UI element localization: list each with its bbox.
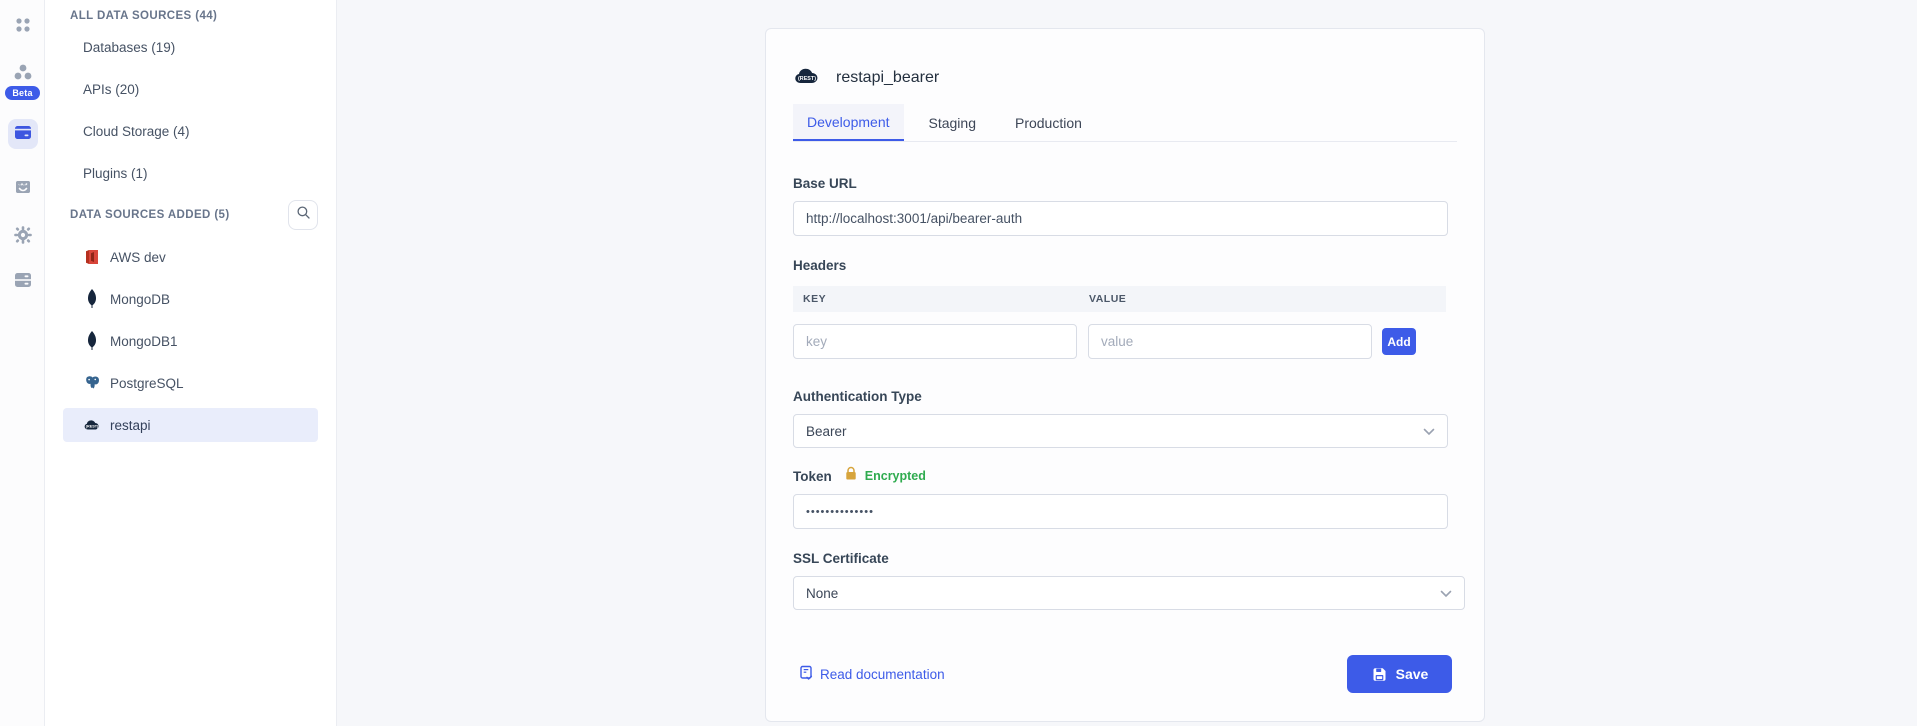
save-button[interactable]: Save bbox=[1347, 655, 1452, 693]
rail-item-instances[interactable] bbox=[0, 270, 45, 295]
search-datasource-button[interactable] bbox=[288, 200, 318, 230]
datasource-sidebar: ALL DATA SOURCES (44) Databases (19) API… bbox=[45, 0, 337, 726]
sidebar-item-label: PostgreSQL bbox=[110, 376, 184, 391]
datasource-title: restapi_bearer bbox=[836, 69, 939, 87]
svg-text:(REST): (REST) bbox=[798, 76, 816, 82]
mongodb-icon bbox=[83, 331, 101, 351]
app-rail: Beta bbox=[0, 0, 45, 726]
sidebar-item-cloud-storage[interactable]: Cloud Storage (4) bbox=[63, 114, 318, 148]
rail-item-datasources[interactable] bbox=[0, 119, 45, 149]
postgresql-icon bbox=[83, 373, 101, 393]
sidebar-item-label: AWS dev bbox=[110, 250, 166, 265]
base-url-input[interactable] bbox=[793, 201, 1448, 236]
search-icon bbox=[296, 205, 311, 225]
sidebar-item-restapi[interactable]: (REST) restapi bbox=[63, 408, 318, 442]
auth-type-select[interactable]: Bearer bbox=[793, 414, 1448, 448]
read-documentation-label: Read documentation bbox=[820, 667, 945, 682]
sidebar-item-label: Plugins (1) bbox=[83, 166, 148, 181]
ssl-certificate-value: None bbox=[806, 586, 838, 601]
rail-item-workflows[interactable] bbox=[0, 61, 45, 88]
chevron-down-icon bbox=[1440, 586, 1452, 601]
sidebar-item-label: Cloud Storage (4) bbox=[83, 124, 190, 139]
environment-tabs: Development Staging Production bbox=[793, 104, 1457, 142]
sidebar-item-label: MongoDB1 bbox=[110, 334, 178, 349]
storefront-icon bbox=[12, 176, 34, 203]
tab-staging[interactable]: Staging bbox=[915, 104, 990, 141]
rail-item-settings[interactable] bbox=[0, 224, 45, 251]
auth-type-value: Bearer bbox=[806, 424, 847, 439]
header-value-input[interactable] bbox=[1088, 324, 1372, 359]
restapi-icon: (REST) bbox=[83, 415, 101, 435]
sidebar-item-postgresql[interactable]: PostgreSQL bbox=[63, 366, 318, 400]
document-icon bbox=[799, 665, 814, 684]
encrypted-badge: Encrypted bbox=[865, 469, 926, 483]
rail-item-marketplace[interactable] bbox=[0, 176, 45, 203]
add-header-button[interactable]: Add bbox=[1382, 328, 1416, 355]
sidebar-item-label: Databases (19) bbox=[83, 40, 175, 55]
rail-item-apps[interactable] bbox=[0, 14, 45, 41]
all-data-sources-label: ALL DATA SOURCES (44) bbox=[70, 10, 316, 22]
save-button-label: Save bbox=[1396, 666, 1429, 682]
sidebar-item-label: restapi bbox=[110, 418, 151, 433]
datasource-config-card: (REST) restapi_bearer Development Stagin… bbox=[765, 28, 1485, 722]
sidebar-item-mongodb1[interactable]: MongoDB1 bbox=[63, 324, 318, 358]
gear-icon bbox=[12, 224, 34, 251]
value-column-header: VALUE bbox=[1089, 293, 1126, 305]
sidebar-item-label: MongoDB bbox=[110, 292, 170, 307]
headers-table-head: KEY VALUE bbox=[793, 286, 1446, 312]
sidebar-item-plugins[interactable]: Plugins (1) bbox=[63, 156, 318, 190]
datasource-wallet-icon bbox=[13, 123, 33, 146]
sidebar-item-apis[interactable]: APIs (20) bbox=[63, 72, 318, 106]
header-key-input[interactable] bbox=[793, 324, 1077, 359]
server-icon bbox=[12, 270, 34, 295]
lock-icon bbox=[844, 466, 858, 486]
save-floppy-icon bbox=[1371, 666, 1388, 683]
token-label: Token bbox=[793, 469, 832, 484]
headers-label: Headers bbox=[793, 258, 1457, 273]
beta-badge: Beta bbox=[0, 86, 45, 100]
token-input[interactable] bbox=[793, 494, 1448, 529]
aws-icon bbox=[83, 247, 101, 267]
tab-production[interactable]: Production bbox=[1001, 104, 1096, 141]
tab-development[interactable]: Development bbox=[793, 104, 904, 141]
key-column-header: KEY bbox=[793, 293, 1089, 305]
sidebar-item-label: APIs (20) bbox=[83, 82, 139, 97]
grid-dots-icon bbox=[12, 14, 34, 41]
sidebar-item-mongodb[interactable]: MongoDB bbox=[63, 282, 318, 316]
restapi-cloud-icon: (REST) bbox=[793, 66, 821, 91]
cluster-icon bbox=[11, 61, 35, 88]
sidebar-item-aws-dev[interactable]: AWS dev bbox=[63, 240, 318, 274]
ssl-certificate-select[interactable]: None bbox=[793, 576, 1465, 610]
read-documentation-link[interactable]: Read documentation bbox=[793, 665, 945, 684]
sidebar-item-databases[interactable]: Databases (19) bbox=[63, 30, 318, 64]
ssl-certificate-label: SSL Certificate bbox=[793, 551, 1457, 566]
data-sources-added-label: DATA SOURCES ADDED (5) bbox=[70, 209, 230, 221]
base-url-label: Base URL bbox=[793, 176, 1457, 191]
auth-type-label: Authentication Type bbox=[793, 389, 1457, 404]
mongodb-icon bbox=[83, 289, 101, 309]
svg-text:(REST): (REST) bbox=[86, 425, 99, 429]
chevron-down-icon bbox=[1423, 424, 1435, 439]
